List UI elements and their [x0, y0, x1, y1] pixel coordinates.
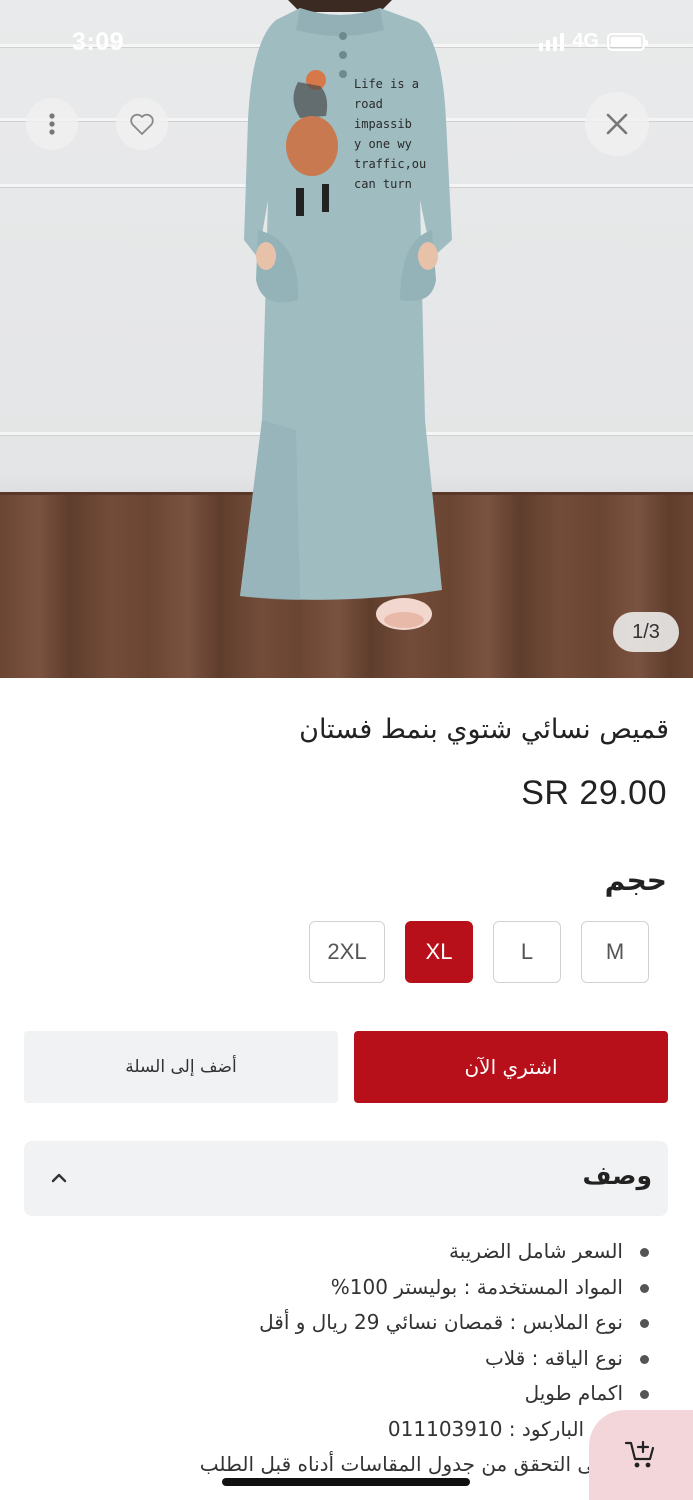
size-heading: حجم [604, 864, 667, 897]
buy-now-button[interactable]: اشتري الآن [354, 1031, 668, 1103]
network-type: 4G [572, 30, 599, 52]
chevron-up-icon [51, 1173, 67, 1183]
favorite-button[interactable] [116, 98, 168, 150]
more-options-button[interactable] [26, 98, 78, 150]
size-option-m[interactable]: M [581, 921, 649, 983]
add-to-cart-icon [624, 1440, 655, 1468]
description-title: وصف [582, 1161, 652, 1190]
product-price: SR 29.00 [521, 774, 667, 812]
size-option-2xl[interactable]: 2XL [309, 921, 385, 983]
product-photo [240, 0, 452, 630]
list-item: اكمام طويل [23, 1376, 649, 1412]
size-option-l[interactable]: L [493, 921, 561, 983]
print-line: can turn [354, 177, 412, 191]
product-title: قميص نسائي شتوي بنمط فستان [299, 714, 669, 745]
list-item: المواد المستخدمة : بوليستر 100% [23, 1270, 649, 1306]
list-item: نوع الياقه : قلاب [23, 1341, 649, 1377]
cart-fab-button[interactable] [589, 1410, 693, 1500]
print-line: traffic,ou [354, 157, 427, 171]
battery-icon [607, 32, 648, 51]
close-button[interactable] [585, 92, 649, 156]
size-option-xl[interactable]: XL [405, 921, 473, 983]
print-line: impassib [354, 117, 412, 131]
status-time: 3:09 [72, 28, 125, 56]
list-item: نوع الملابس : قمصان نسائي 29 ريال و أقل [23, 1305, 649, 1341]
print-text: Life is a road impassib y one wy traffic… [354, 74, 426, 194]
print-line: y one wy [354, 137, 412, 151]
status-bar: 3:09 4G [0, 0, 693, 84]
home-indicator [222, 1478, 470, 1486]
status-indicators: 4G [539, 30, 648, 53]
product-image-gallery[interactable]: Life is a road impassib y one wy traffic… [0, 0, 693, 678]
description-toggle[interactable]: وصف [24, 1141, 668, 1216]
signal-icon [539, 32, 565, 51]
list-item: رقم الباركود : 011103910 [387, 1416, 623, 1441]
close-icon [606, 113, 628, 135]
heart-icon [130, 113, 154, 135]
print-line: road [354, 97, 383, 111]
more-vertical-icon [49, 113, 55, 135]
list-item: السعر شامل الضريبة [23, 1234, 649, 1270]
description-list: السعر شامل الضريبة المواد المستخدمة : بو… [23, 1234, 649, 1483]
size-options: M L XL 2XL [309, 921, 649, 983]
add-to-cart-button[interactable]: أضف إلى السلة [24, 1031, 338, 1103]
image-counter: 1/3 [613, 612, 679, 652]
